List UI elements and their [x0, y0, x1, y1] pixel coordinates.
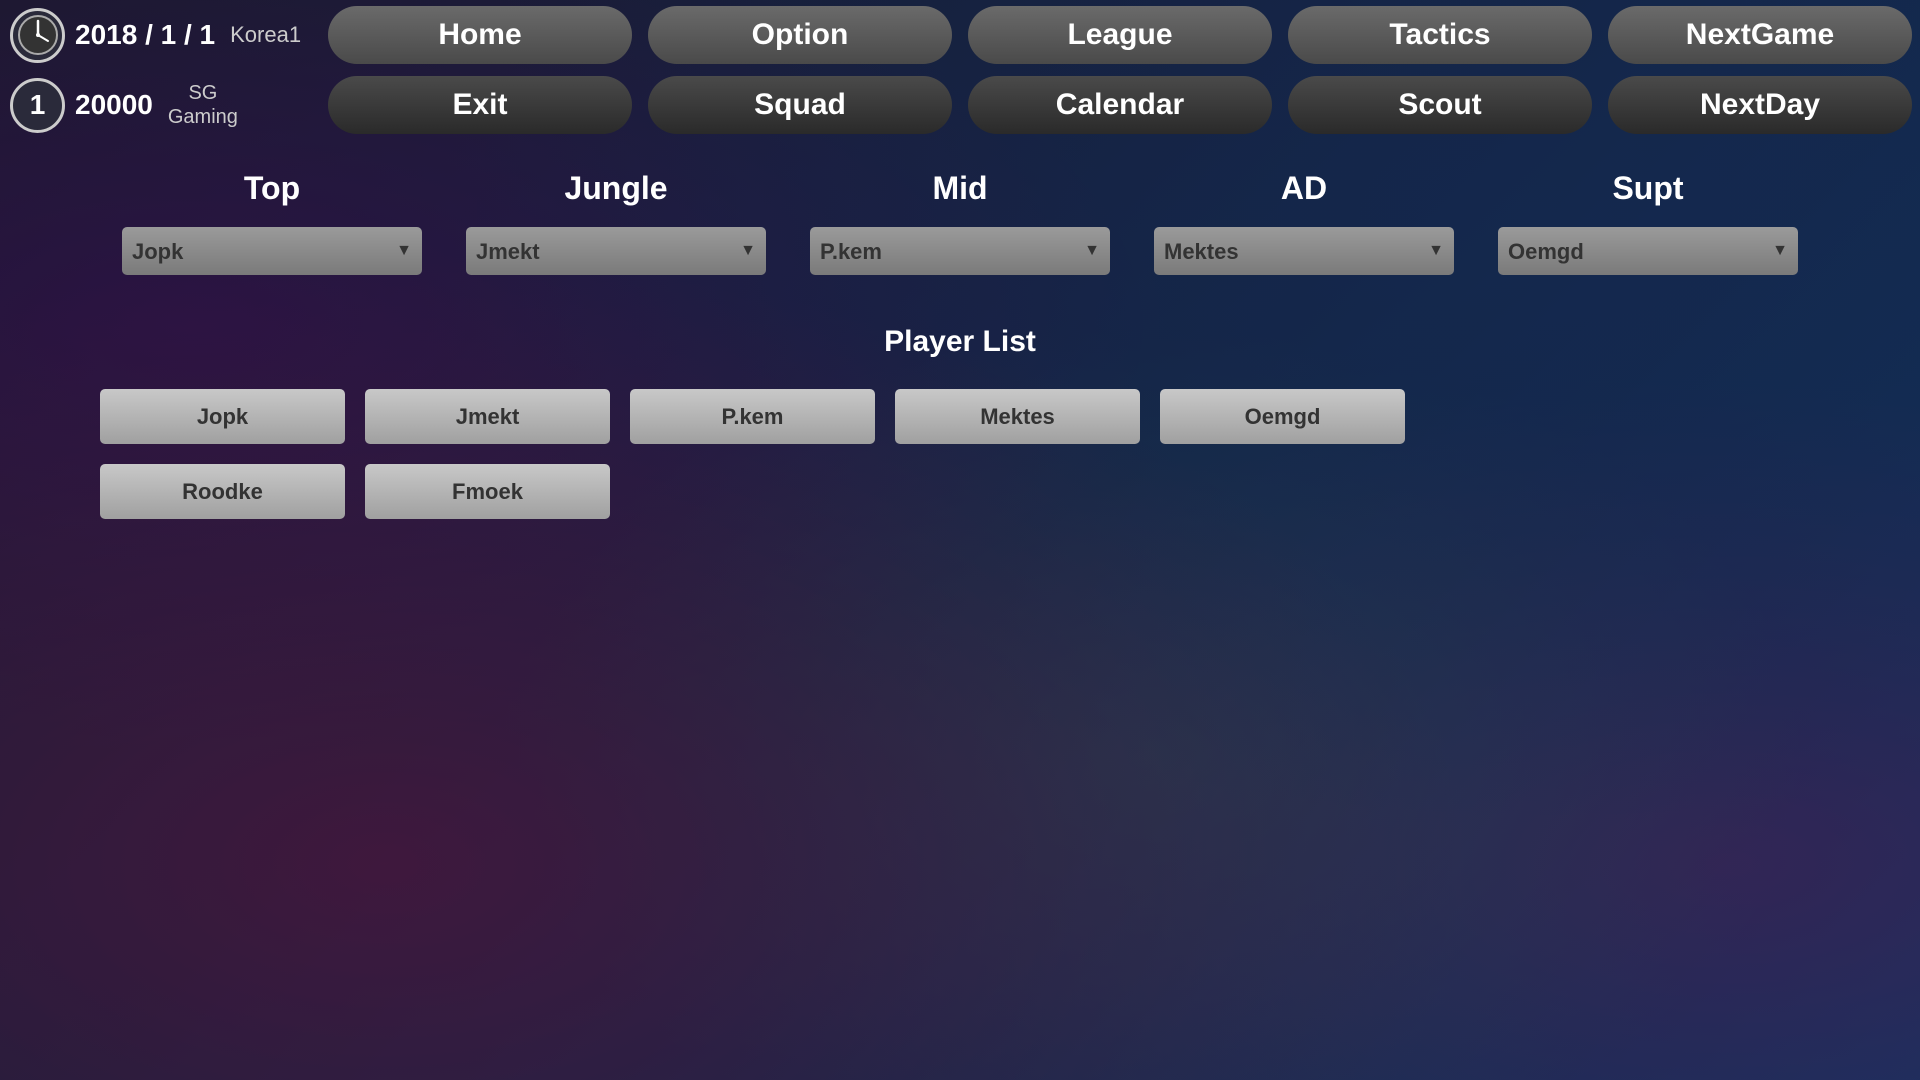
tactics-button[interactable]: Tactics [1288, 6, 1592, 64]
jungle-select[interactable]: Jmekt Roodke Fmoek [466, 227, 766, 275]
position-jungle: Jungle [466, 170, 766, 207]
team-name: SG Gaming [168, 81, 238, 129]
mid-select-wrapper: P.kem Roodke Fmoek [810, 227, 1110, 275]
bottom-row-left: 1 20000 SG Gaming [0, 70, 320, 140]
rank-badge: 1 [10, 78, 65, 133]
nextday-button[interactable]: NextDay [1608, 76, 1912, 134]
ad-select-wrapper: Mektes Roodke Fmoek [1154, 227, 1454, 275]
money-display: 20000 [75, 89, 153, 121]
calendar-button[interactable]: Calendar [968, 76, 1272, 134]
position-mid: Mid [810, 170, 1110, 207]
region-display: Korea1 [230, 22, 301, 48]
player-btn-mektes[interactable]: Mektes [895, 389, 1140, 444]
player-list-title: Player List [100, 325, 1820, 359]
player-grid-row-1: Jopk Jmekt P.kem Mektes Oemgd [100, 389, 1820, 444]
player-btn-oemgd[interactable]: Oemgd [1160, 389, 1405, 444]
position-top: Top [122, 170, 422, 207]
nav-row-1: Home Option League Tactics NextGame [320, 0, 1920, 70]
main-panel: Top Jungle Mid AD Supt Jopk Roodke Fmoek… [0, 140, 1920, 559]
home-button[interactable]: Home [328, 6, 632, 64]
nextgame-button[interactable]: NextGame [1608, 6, 1912, 64]
player-btn-fmoek[interactable]: Fmoek [365, 464, 610, 519]
main-content: 2018 / 1 / 1 Korea1 1 20000 SG Gaming Ho… [0, 0, 1920, 1080]
position-supt: Supt [1498, 170, 1798, 207]
header-nav: Home Option League Tactics NextGame Exit… [320, 0, 1920, 140]
ad-select[interactable]: Mektes Roodke Fmoek [1154, 227, 1454, 275]
jungle-select-wrapper: Jmekt Roodke Fmoek [466, 227, 766, 275]
top-select-wrapper: Jopk Roodke Fmoek [122, 227, 422, 275]
top-select[interactable]: Jopk Roodke Fmoek [122, 227, 422, 275]
exit-button[interactable]: Exit [328, 76, 632, 134]
player-btn-jopk[interactable]: Jopk [100, 389, 345, 444]
squad-button[interactable]: Squad [648, 76, 952, 134]
clock-icon [10, 8, 65, 63]
supt-select[interactable]: Oemgd Roodke Fmoek [1498, 227, 1798, 275]
league-button[interactable]: League [968, 6, 1272, 64]
player-grid-row-2: Roodke Fmoek [100, 464, 1820, 519]
position-ad: AD [1154, 170, 1454, 207]
position-headers: Top Jungle Mid AD Supt [100, 170, 1820, 207]
player-btn-pkem[interactable]: P.kem [630, 389, 875, 444]
dropdowns-row: Jopk Roodke Fmoek Jmekt Roodke Fmoek P.k… [100, 227, 1820, 275]
header: 2018 / 1 / 1 Korea1 1 20000 SG Gaming Ho… [0, 0, 1920, 140]
player-btn-roodke[interactable]: Roodke [100, 464, 345, 519]
nav-row-2: Exit Squad Calendar Scout NextDay [320, 70, 1920, 140]
scout-button[interactable]: Scout [1288, 76, 1592, 134]
header-left: 2018 / 1 / 1 Korea1 1 20000 SG Gaming [0, 0, 320, 140]
supt-select-wrapper: Oemgd Roodke Fmoek [1498, 227, 1798, 275]
date-display: 2018 / 1 / 1 [75, 19, 215, 51]
player-btn-jmekt[interactable]: Jmekt [365, 389, 610, 444]
mid-select[interactable]: P.kem Roodke Fmoek [810, 227, 1110, 275]
option-button[interactable]: Option [648, 6, 952, 64]
top-row-left: 2018 / 1 / 1 Korea1 [0, 0, 320, 70]
